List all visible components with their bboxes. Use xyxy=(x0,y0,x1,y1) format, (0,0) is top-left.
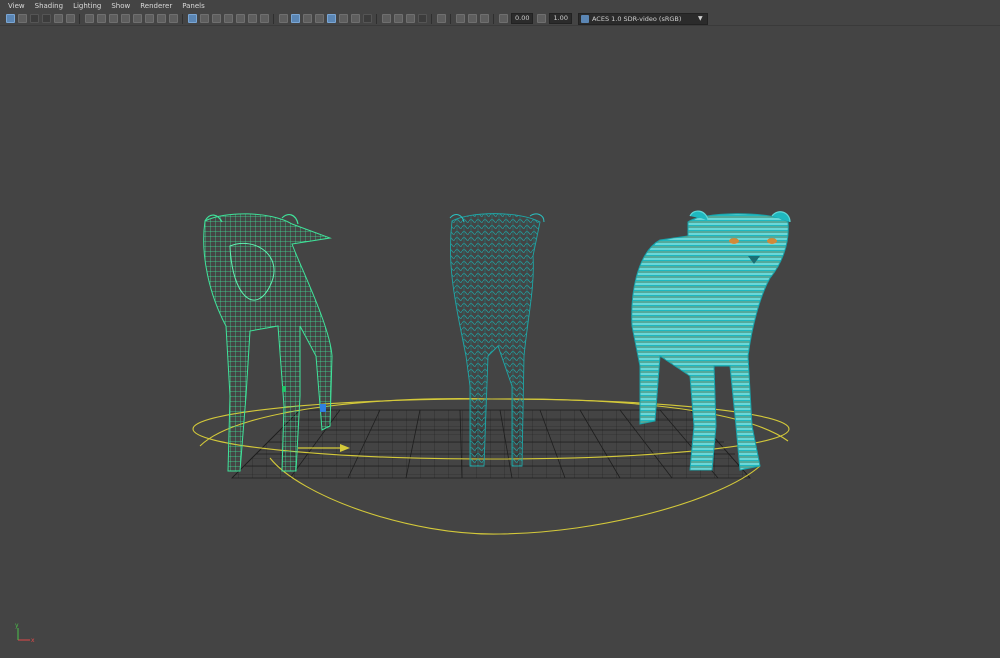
color-space-dropdown[interactable]: ACES 1.0 SDR-video (sRGB) ▼ xyxy=(577,12,708,25)
toolbar-separator xyxy=(450,13,451,24)
exposure-icon[interactable] xyxy=(498,14,508,23)
picture-icon[interactable] xyxy=(65,14,75,23)
bookmark-icon[interactable] xyxy=(29,14,39,23)
field-chart-icon[interactable] xyxy=(235,14,245,23)
menu-shading[interactable]: Shading xyxy=(30,0,68,12)
multisample-aa-icon[interactable] xyxy=(393,14,403,23)
safe-title-icon[interactable] xyxy=(259,14,269,23)
grid-icon[interactable] xyxy=(187,14,197,23)
menu-lighting[interactable]: Lighting xyxy=(68,0,106,12)
menu-panels[interactable]: Panels xyxy=(177,0,210,12)
ground-grid xyxy=(231,409,751,479)
bookmark-camera-icon[interactable] xyxy=(132,14,142,23)
use-lights-icon[interactable] xyxy=(338,14,348,23)
gamma-icon[interactable] xyxy=(536,14,546,23)
xray-joints-icon[interactable] xyxy=(455,14,465,23)
view-axis-indicator: x y xyxy=(15,622,35,644)
gate-mask-view-icon[interactable] xyxy=(223,14,233,23)
isolate-select-icon[interactable] xyxy=(417,14,427,23)
toolbar-separator xyxy=(431,13,432,24)
lock-camera-icon[interactable] xyxy=(17,14,27,23)
toolbar-separator xyxy=(182,13,183,24)
menu-renderer[interactable]: Renderer xyxy=(135,0,177,12)
film-gate-icon[interactable] xyxy=(96,14,106,23)
xray-components-icon[interactable] xyxy=(479,14,489,23)
panel-toolbar: 0.00 1.00 ACES 1.0 SDR-video (sRGB) ▼ xyxy=(0,12,1000,26)
gamma-field[interactable]: 1.00 xyxy=(549,13,572,24)
menu-view[interactable]: View xyxy=(0,0,30,12)
backface-culling-icon[interactable] xyxy=(467,14,477,23)
grid-toggle-icon[interactable] xyxy=(144,14,154,23)
select-camera-icon[interactable] xyxy=(5,14,15,23)
exposure-field[interactable]: 0.00 xyxy=(511,13,534,24)
axis-x-label: x xyxy=(31,637,35,644)
two-d-pan-icon[interactable] xyxy=(108,14,118,23)
shadows-icon[interactable] xyxy=(350,14,360,23)
dropdown-arrow-icon: ▼ xyxy=(697,15,703,22)
motion-blur-icon[interactable] xyxy=(381,14,391,23)
camera-attributes-icon[interactable] xyxy=(53,14,63,23)
wireframe-icon[interactable] xyxy=(278,14,288,23)
depth-of-field-icon[interactable] xyxy=(405,14,415,23)
menu-show[interactable]: Show xyxy=(106,0,135,12)
toolbar-separator xyxy=(273,13,274,24)
panel-menu-bar: View Shading Lighting Show Renderer Pane… xyxy=(0,0,1000,12)
toolbar-separator xyxy=(493,13,494,24)
snap-icon[interactable] xyxy=(156,14,166,23)
xray-icon[interactable] xyxy=(436,14,446,23)
color-management-icon[interactable] xyxy=(580,14,589,23)
movie-camera-icon[interactable] xyxy=(84,14,94,23)
resolution-gate-icon[interactable] xyxy=(211,14,221,23)
default-material-icon[interactable] xyxy=(302,14,312,23)
grease-pencil-icon[interactable] xyxy=(120,14,130,23)
wireframe-on-shaded-icon[interactable] xyxy=(314,14,324,23)
axis-y-label: y xyxy=(15,622,19,629)
film-gate-view-icon[interactable] xyxy=(199,14,209,23)
3d-viewport[interactable]: x y xyxy=(0,26,1000,658)
textured-icon[interactable] xyxy=(326,14,336,23)
color-space-label: ACES 1.0 SDR-video (sRGB) xyxy=(591,14,682,23)
image-plane-icon[interactable] xyxy=(41,14,51,23)
smooth-shade-icon[interactable] xyxy=(290,14,300,23)
toolbar-separator xyxy=(376,13,377,24)
safe-action-icon[interactable] xyxy=(247,14,257,23)
screen-space-ao-icon[interactable] xyxy=(362,14,372,23)
gate-mask-icon[interactable] xyxy=(168,14,178,23)
toolbar-separator xyxy=(79,13,80,24)
